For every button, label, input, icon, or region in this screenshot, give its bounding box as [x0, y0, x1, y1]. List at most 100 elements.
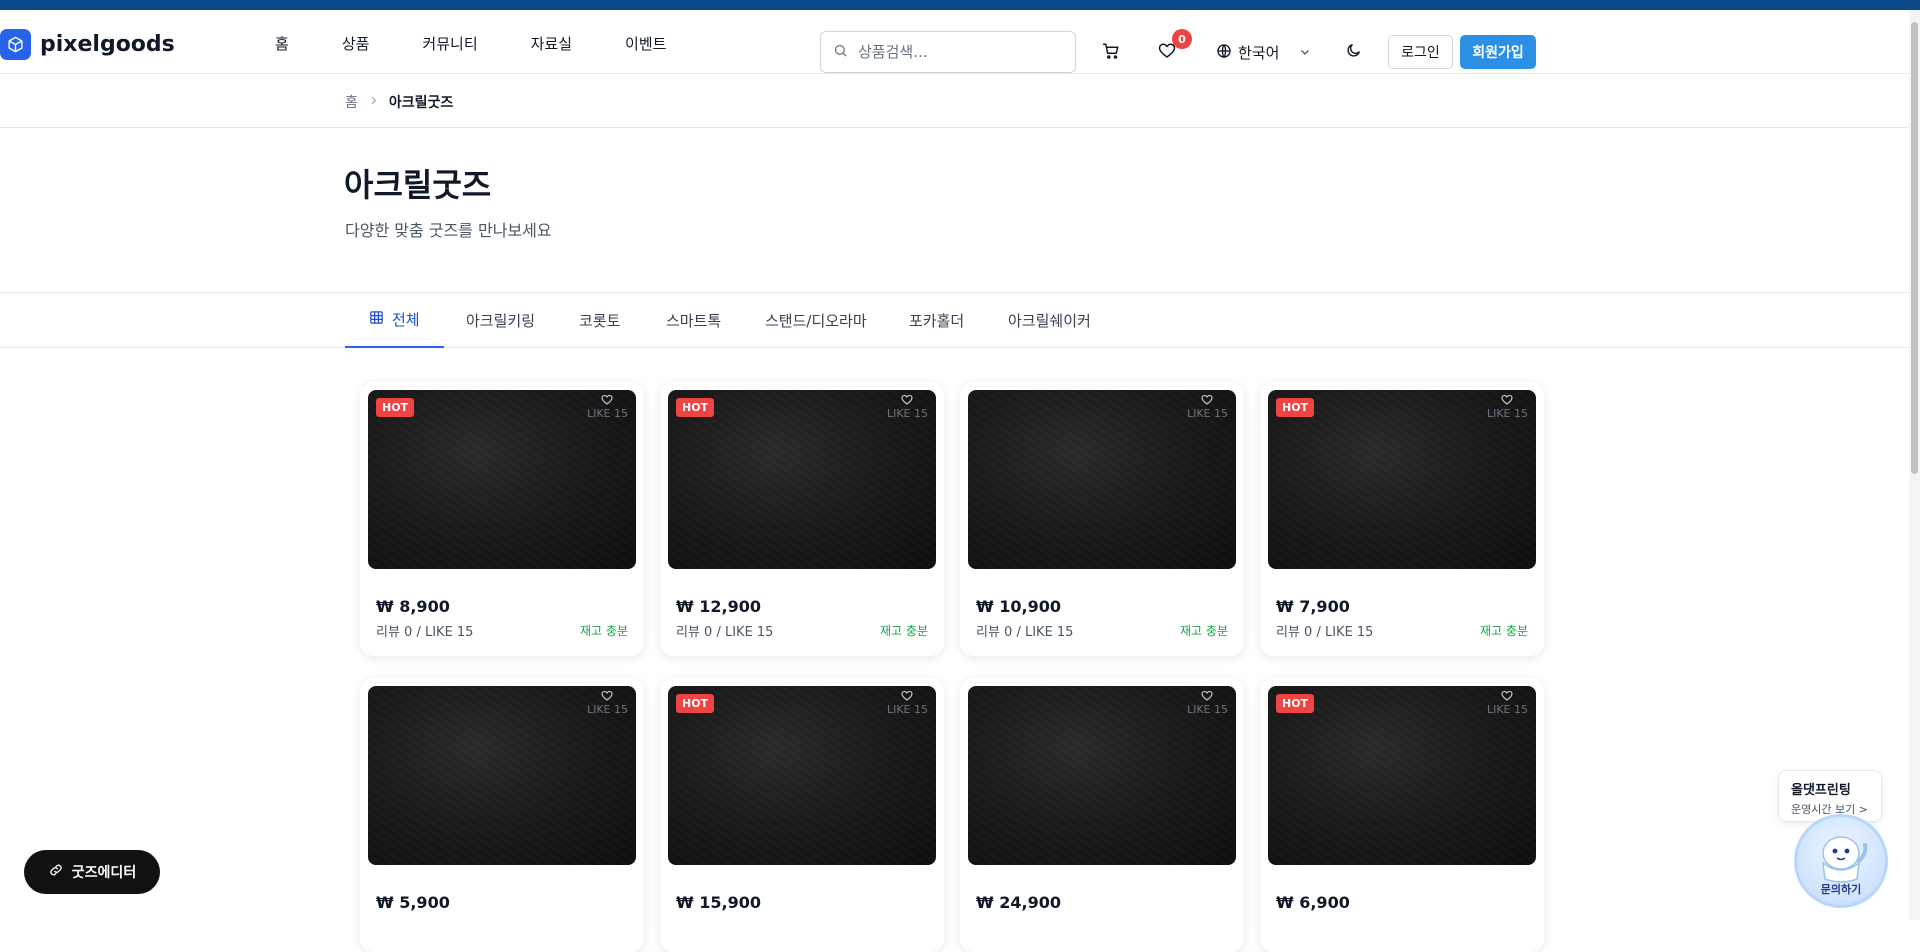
- hot-badge: HOT: [676, 694, 715, 713]
- nav-events[interactable]: 이벤트: [625, 33, 666, 54]
- like-count: LIKE 15: [886, 703, 928, 716]
- search-box: [820, 31, 1076, 73]
- search-input[interactable]: [858, 43, 1058, 61]
- product-card[interactable]: HOT LIKE 15 ₩ 6,900: [1260, 678, 1544, 952]
- category-hero: 아크릴굿즈 다양한 맞춤 굿즈를 만나보세요: [0, 128, 1920, 293]
- like-button[interactable]: LIKE 15: [887, 690, 928, 716]
- product-review-like: 리뷰 0 / LIKE 15: [1276, 625, 1374, 640]
- tab-all[interactable]: 전체: [345, 293, 444, 348]
- product-card[interactable]: HOT LIKE 15 ₩ 7,900 리뷰 0 / LIKE 15 재고 충분: [1260, 382, 1544, 656]
- breadcrumb-home[interactable]: 홈: [345, 92, 358, 112]
- like-count: LIKE 15: [586, 407, 628, 420]
- inquiry-chat-button[interactable]: 문의하기: [1794, 814, 1888, 908]
- tab-smarttok[interactable]: 스마트톡: [666, 293, 721, 348]
- tab-acrylic-shaker[interactable]: 아크릴쉐이커: [1008, 293, 1091, 348]
- like-button[interactable]: LIKE 15: [1487, 690, 1528, 716]
- product-card[interactable]: HOT LIKE 15 ₩ 8,900 리뷰 0 / LIKE 15 재고 충분: [360, 382, 644, 656]
- product-card[interactable]: LIKE 15 ₩ 24,900: [960, 678, 1244, 952]
- top-accent-bar: [0, 0, 1920, 10]
- link-icon: [48, 862, 64, 882]
- inquiry-label: 문의하기: [1820, 883, 1862, 896]
- nav-community[interactable]: 커뮤니티: [422, 33, 477, 54]
- like-button[interactable]: LIKE 15: [887, 394, 928, 420]
- like-count: LIKE 15: [886, 407, 928, 420]
- chevron-right-icon: [368, 94, 379, 110]
- tab-photocard-holder[interactable]: 포카홀더: [909, 293, 964, 348]
- like-button[interactable]: LIKE 15: [1187, 394, 1228, 420]
- page-scrollbar[interactable]: [1909, 10, 1920, 920]
- main-nav: 홈 상품 커뮤니티 자료실 이벤트: [275, 33, 719, 54]
- signup-button[interactable]: 회원가입: [1460, 35, 1536, 69]
- breadcrumb: 홈 아크릴굿즈: [0, 74, 1920, 128]
- language-selector[interactable]: 한국어: [1216, 42, 1311, 63]
- hot-badge: HOT: [1276, 398, 1315, 417]
- logo-cube-icon: [0, 29, 31, 60]
- goods-editor-label: 굿즈에디터: [71, 865, 137, 881]
- product-price: ₩ 10,900: [976, 597, 1061, 616]
- breadcrumb-current: 아크릴굿즈: [388, 95, 454, 111]
- like-button[interactable]: LIKE 15: [1487, 394, 1528, 420]
- cart-icon[interactable]: [1102, 42, 1120, 60]
- like-count: LIKE 15: [1486, 407, 1528, 420]
- like-button[interactable]: LIKE 15: [587, 394, 628, 420]
- page-title: 아크릴굿즈: [344, 166, 492, 204]
- category-tabs: 전체 아크릴키링 코롯토 스마트톡 스탠드/디오라마 포카홀더 아크릴쉐이커: [0, 293, 1920, 348]
- product-price: ₩ 6,900: [1276, 893, 1350, 912]
- nav-products[interactable]: 상품: [342, 33, 370, 54]
- language-label: 한국어: [1238, 44, 1280, 62]
- scrollbar-thumb[interactable]: [1911, 22, 1918, 474]
- page-subtitle: 다양한 맞춤 굿즈를 만나보세요: [345, 221, 552, 240]
- logo[interactable]: pixelgoods: [0, 29, 175, 60]
- login-button[interactable]: 로그인: [1388, 35, 1453, 69]
- heart-icon: [901, 690, 914, 701]
- heart-icon: [1501, 690, 1514, 701]
- stock-status: 재고 충분: [1180, 624, 1228, 638]
- like-count: LIKE 15: [586, 703, 628, 716]
- like-count: LIKE 15: [1186, 703, 1228, 716]
- like-button[interactable]: LIKE 15: [1187, 690, 1228, 716]
- product-price: ₩ 5,900: [376, 893, 450, 912]
- search-icon: [833, 43, 848, 62]
- chevron-down-icon: [1299, 44, 1311, 62]
- product-review-like: 리뷰 0 / LIKE 15: [676, 625, 774, 640]
- like-count: LIKE 15: [1486, 703, 1528, 716]
- product-review-like: 리뷰 0 / LIKE 15: [976, 625, 1074, 640]
- chat-bubble-title: 올댓프린팅: [1791, 783, 1851, 798]
- heart-icon: [601, 690, 614, 701]
- nav-resources[interactable]: 자료실: [531, 33, 572, 54]
- stock-status: 재고 충분: [880, 624, 928, 638]
- heart-icon: [1501, 394, 1514, 405]
- tab-stand-diorama[interactable]: 스탠드/디오라마: [765, 293, 867, 348]
- product-price: ₩ 7,900: [1276, 597, 1350, 616]
- tab-korotto[interactable]: 코롯토: [579, 293, 620, 348]
- nav-home[interactable]: 홈: [275, 33, 289, 54]
- product-price: ₩ 24,900: [976, 893, 1061, 912]
- heart-icon: [901, 394, 914, 405]
- heart-icon: [1201, 394, 1214, 405]
- heart-icon: [1201, 690, 1214, 701]
- like-count: LIKE 15: [1186, 407, 1228, 420]
- hot-badge: HOT: [676, 398, 715, 417]
- product-card[interactable]: HOT LIKE 15 ₩ 15,900: [660, 678, 944, 952]
- globe-icon: [1216, 43, 1232, 63]
- like-button[interactable]: LIKE 15: [587, 690, 628, 716]
- heart-icon: [601, 394, 614, 405]
- logo-text: pixelgoods: [40, 32, 175, 57]
- stock-status: 재고 충분: [1480, 624, 1528, 638]
- dark-mode-moon-icon[interactable]: [1345, 42, 1362, 59]
- wishlist-count-badge: 0: [1172, 29, 1192, 49]
- stock-status: 재고 충분: [580, 624, 628, 638]
- grid-icon: [369, 310, 384, 329]
- product-price: ₩ 12,900: [676, 597, 761, 616]
- product-card[interactable]: HOT LIKE 15 ₩ 12,900 리뷰 0 / LIKE 15 재고 충분: [660, 382, 944, 656]
- site-header: pixelgoods 홈 상품 커뮤니티 자료실 이벤트 0 한국어: [0, 10, 1920, 74]
- product-card[interactable]: LIKE 15 ₩ 5,900: [360, 678, 644, 952]
- hot-badge: HOT: [1276, 694, 1315, 713]
- tab-acrylic-keyring[interactable]: 아크릴키링: [466, 293, 535, 348]
- product-card[interactable]: LIKE 15 ₩ 10,900 리뷰 0 / LIKE 15 재고 충분: [960, 382, 1244, 656]
- goods-editor-button[interactable]: 굿즈에디터: [24, 850, 160, 894]
- hot-badge: HOT: [376, 398, 415, 417]
- product-price: ₩ 15,900: [676, 893, 761, 912]
- tab-label: 전체: [392, 311, 420, 329]
- product-review-like: 리뷰 0 / LIKE 15: [376, 625, 474, 640]
